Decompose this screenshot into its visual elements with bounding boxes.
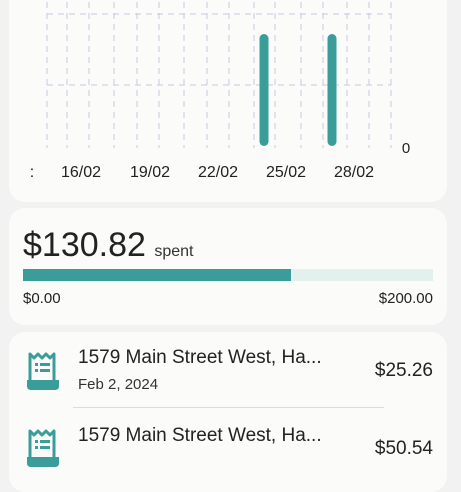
- transaction-merchant: 1579 Main Street West, Ha...: [78, 347, 322, 368]
- x-tick-label: 16/02: [61, 164, 101, 181]
- spent-label: spent: [154, 243, 194, 260]
- transaction-date: Feb 2, 2024: [78, 376, 159, 393]
- budget-min-label: $0.00: [23, 290, 61, 307]
- budget-progress-fill: [23, 269, 292, 281]
- spent-amount: $130.82: [23, 226, 146, 264]
- x-tick-label: 22/02: [198, 164, 238, 181]
- spending-chart: : 16/02 19/02 22/02 25/02 28/02 0: [30, 0, 410, 181]
- transactions-list: 1579 Main Street West, Ha... Feb 2, 2024…: [9, 332, 447, 492]
- y-tick-label: 0: [402, 140, 410, 157]
- x-tick-label: 19/02: [130, 164, 170, 181]
- transaction-item[interactable]: 1579 Main Street West, Ha... Feb 2, 2024…: [9, 332, 447, 402]
- list-divider: [73, 407, 384, 408]
- budget-progress-bar: [23, 269, 433, 281]
- transaction-amount: $25.26: [374, 360, 433, 381]
- x-tick-label: 28/02: [334, 164, 374, 181]
- transaction-item[interactable]: 1579 Main Street West, Ha... $50.54: [9, 410, 447, 480]
- spending-chart-card: : 16/02 19/02 22/02 25/02 28/02 0: [9, 0, 447, 202]
- receipt-icon: [27, 352, 59, 390]
- chart-bar: [259, 34, 269, 146]
- budget-max-label: $200.00: [378, 290, 433, 307]
- receipt-icon: [27, 429, 59, 467]
- chart-bar: [327, 34, 337, 146]
- budget-summary-card: $130.82 spent $0.00 $200.00: [9, 208, 447, 325]
- transaction-amount: $50.54: [374, 438, 433, 459]
- x-tick-label: :: [30, 164, 34, 181]
- x-tick-label: 25/02: [266, 164, 306, 181]
- transaction-merchant: 1579 Main Street West, Ha...: [78, 425, 322, 446]
- spent-summary: $130.82 spent: [23, 226, 194, 265]
